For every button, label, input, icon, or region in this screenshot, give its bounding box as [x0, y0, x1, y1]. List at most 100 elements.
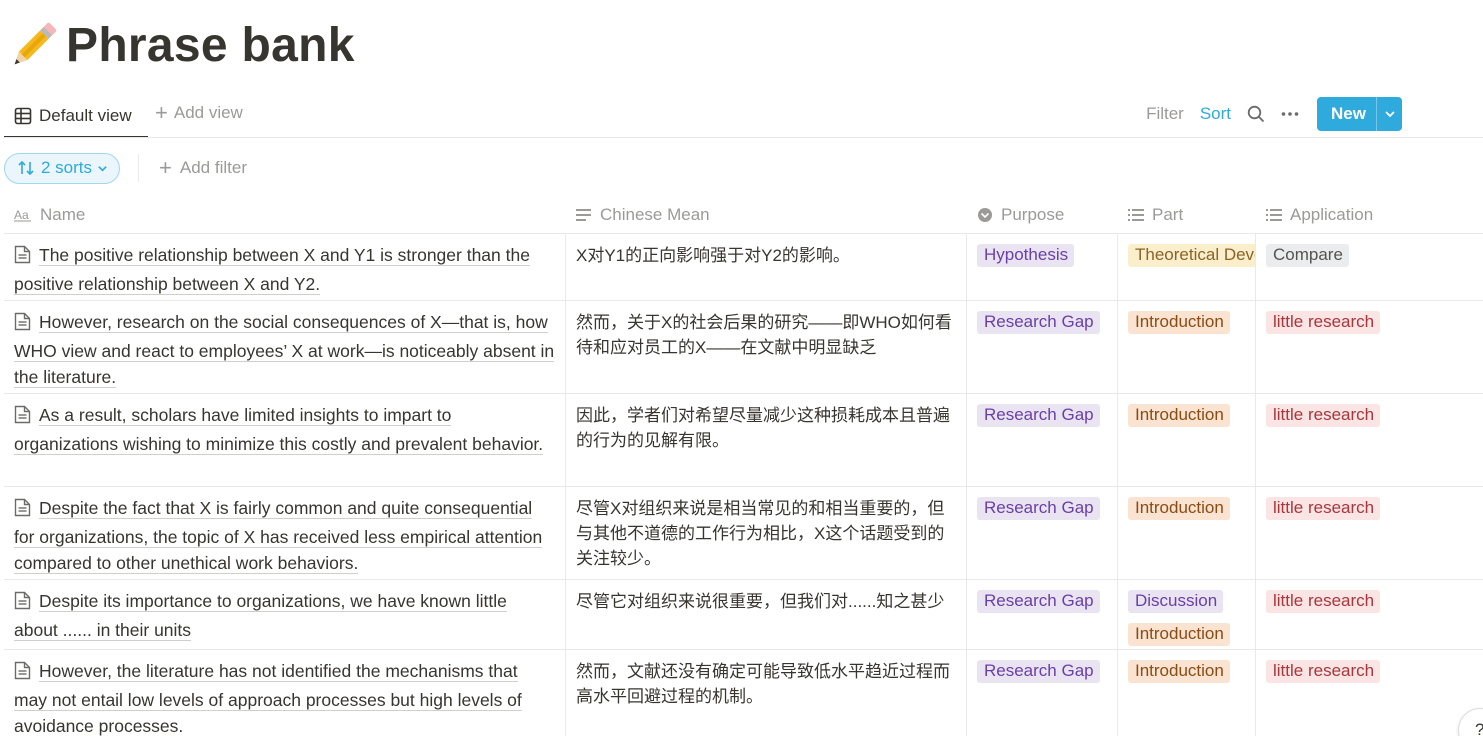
chinese-mean-text: 然而，关于X的社会后果的研究——即WHO如何看待和应对员工的X——在文献中明显缺… — [576, 313, 952, 357]
application-cell[interactable]: little research — [1256, 650, 1483, 736]
text-lines-icon — [576, 208, 592, 222]
part-tag: Introduction — [1128, 404, 1230, 427]
row-name-text[interactable]: Despite its importance to organizations,… — [14, 591, 507, 641]
list-icon — [1266, 208, 1282, 222]
sorts-chip[interactable]: 2 sorts — [4, 152, 121, 184]
purpose-cell[interactable]: Hypothesis — [967, 234, 1118, 300]
page-title: Phrase bank — [66, 19, 355, 72]
chinese-mean-cell[interactable]: 尽管它对组织来说很重要，但我们对......知之甚少 — [566, 580, 967, 649]
chinese-mean-cell[interactable]: 尽管X对组织来说是相当常见的和相当重要的，但与其他不道德的工作行为相比，X这个话… — [566, 487, 967, 579]
column-header-application[interactable]: Application — [1256, 196, 1483, 233]
column-header-part[interactable]: Part — [1118, 196, 1256, 233]
select-property-icon — [977, 207, 993, 223]
name-cell[interactable]: As a result, scholars have limited insig… — [4, 394, 566, 486]
application-tag: little research — [1266, 497, 1381, 520]
column-header-label: Name — [40, 204, 86, 224]
pencil-icon[interactable] — [8, 16, 58, 76]
name-cell[interactable]: Despite the fact that X is fairly common… — [4, 487, 566, 579]
application-tag: Compare — [1266, 244, 1349, 267]
filter-button[interactable]: Filter — [1146, 104, 1184, 124]
search-icon[interactable] — [1247, 105, 1265, 123]
chinese-mean-text: X对Y1的正向影响强于对Y2的影响。 — [576, 246, 850, 265]
sort-button[interactable]: Sort — [1200, 104, 1231, 124]
part-tag: Introduction — [1128, 497, 1230, 520]
application-tag: little research — [1266, 660, 1381, 683]
purpose-cell[interactable]: Research Gap — [967, 487, 1118, 579]
column-header-label: Chinese Mean — [600, 204, 710, 224]
column-header-purpose[interactable]: Purpose — [967, 196, 1118, 233]
name-cell[interactable]: However, the literature has not identifi… — [4, 650, 566, 736]
part-cell[interactable]: Introduction — [1118, 394, 1256, 486]
application-tag: little research — [1266, 590, 1381, 613]
column-header-chinese-mean[interactable]: Chinese Mean — [566, 196, 967, 233]
table-row[interactable]: Despite its importance to organizations,… — [4, 580, 1483, 650]
part-cell[interactable]: Theoretical Development — [1118, 234, 1256, 300]
part-cell[interactable]: Introduction — [1118, 650, 1256, 736]
tab-default-view-label: Default view — [39, 106, 132, 125]
row-name-text[interactable]: As a result, scholars have limited insig… — [14, 405, 544, 455]
application-tag: little research — [1266, 311, 1381, 334]
sort-arrows-icon — [17, 160, 35, 176]
page-header: Phrase bank — [8, 14, 355, 78]
more-options-icon[interactable] — [1281, 105, 1299, 123]
purpose-cell[interactable]: Research Gap — [967, 650, 1118, 736]
table-row[interactable]: The positive relationship between X and … — [4, 234, 1483, 301]
row-name-text[interactable]: However, research on the social conseque… — [14, 312, 555, 388]
part-cell[interactable]: Discussion Introduction — [1118, 580, 1256, 649]
chevron-down-icon[interactable] — [1376, 97, 1402, 131]
purpose-cell[interactable]: Research Gap — [967, 580, 1118, 649]
sorts-chip-label: 2 sorts — [41, 158, 93, 177]
part-tag: Theoretical Development — [1128, 244, 1255, 267]
name-cell[interactable]: Despite its importance to organizations,… — [4, 580, 566, 649]
chinese-mean-text: 因此，学者们对希望尽量减少这种损耗成本且普遍的行为的见解有限。 — [576, 406, 950, 450]
table-row[interactable]: As a result, scholars have limited insig… — [4, 394, 1483, 487]
page-icon — [14, 405, 31, 431]
chinese-mean-cell[interactable]: 然而，关于X的社会后果的研究——即WHO如何看待和应对员工的X——在文献中明显缺… — [566, 301, 967, 393]
purpose-tag: Research Gap — [977, 497, 1100, 520]
part-cell[interactable]: Introduction — [1118, 301, 1256, 393]
row-name-text[interactable]: The positive relationship between X and … — [14, 245, 530, 295]
purpose-tag: Hypothesis — [977, 244, 1075, 267]
text-property-icon: Aa — [14, 208, 32, 222]
table-row[interactable]: Despite the fact that X is fairly common… — [4, 487, 1483, 580]
add-view-button[interactable]: + Add view — [155, 102, 243, 124]
chinese-mean-text: 然而，文献还没有确定可能导致低水平趋近过程而高水平回避过程的机制。 — [576, 662, 950, 706]
chinese-mean-cell[interactable]: 然而，文献还没有确定可能导致低水平趋近过程而高水平回避过程的机制。 — [566, 650, 967, 736]
part-tag: Introduction — [1128, 623, 1230, 646]
part-tag: Discussion — [1128, 590, 1224, 613]
name-cell[interactable]: The positive relationship between X and … — [4, 234, 566, 300]
view-toolbar: Filter Sort New — [1130, 96, 1402, 132]
table-row[interactable]: However, research on the social conseque… — [4, 301, 1483, 394]
page-icon — [14, 591, 31, 617]
row-name-text[interactable]: Despite the fact that X is fairly common… — [14, 498, 543, 574]
new-button-label: New — [1331, 104, 1366, 123]
page-icon — [14, 498, 31, 524]
chevron-down-icon — [97, 163, 108, 174]
part-cell[interactable]: Introduction — [1118, 487, 1256, 579]
table-icon — [14, 107, 32, 125]
add-view-label: Add view — [173, 103, 243, 122]
application-cell[interactable]: little research — [1256, 301, 1483, 393]
sortbar-divider — [138, 154, 140, 182]
application-cell[interactable]: Compare — [1256, 234, 1483, 300]
application-cell[interactable]: little research — [1256, 580, 1483, 649]
new-button[interactable]: New — [1317, 97, 1402, 131]
database-table: Aa Name Chinese Mean Purpose Part Applic… — [4, 196, 1483, 736]
application-cell[interactable]: little research — [1256, 487, 1483, 579]
part-tag: Introduction — [1128, 311, 1230, 334]
chinese-mean-cell[interactable]: X对Y1的正向影响强于对Y2的影响。 — [566, 234, 967, 300]
table-row[interactable]: However, the literature has not identifi… — [4, 650, 1483, 736]
row-name-text[interactable]: However, the literature has not identifi… — [14, 661, 522, 736]
chinese-mean-cell[interactable]: 因此，学者们对希望尽量减少这种损耗成本且普遍的行为的见解有限。 — [566, 394, 967, 486]
page-icon — [14, 245, 31, 271]
tab-default-view[interactable]: Default view — [4, 96, 148, 138]
svg-text:Aa: Aa — [14, 208, 29, 222]
column-header-name[interactable]: Aa Name — [4, 196, 566, 233]
list-icon — [1128, 208, 1144, 222]
application-cell[interactable]: little research — [1256, 394, 1483, 486]
page-icon — [14, 312, 31, 338]
purpose-cell[interactable]: Research Gap — [967, 301, 1118, 393]
purpose-cell[interactable]: Research Gap — [967, 394, 1118, 486]
name-cell[interactable]: However, research on the social conseque… — [4, 301, 566, 393]
add-filter-button[interactable]: + Add filter — [159, 157, 247, 179]
